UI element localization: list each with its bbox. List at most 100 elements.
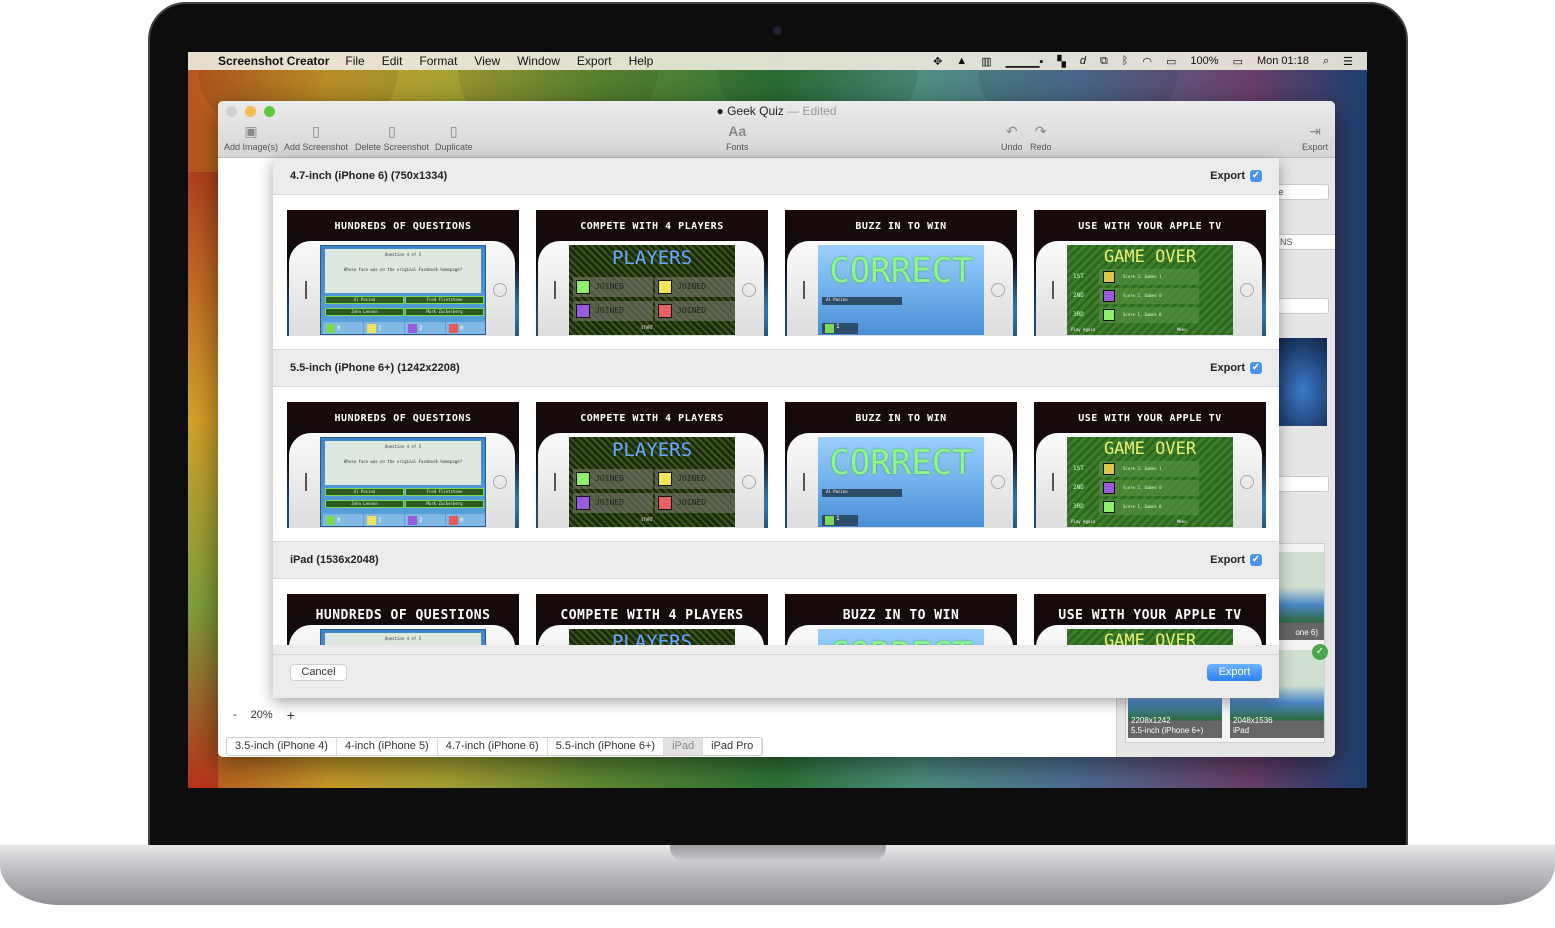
text: 0 bbox=[337, 517, 341, 524]
delete-screenshot-button[interactable]: ▯ Delete Screenshot bbox=[355, 123, 429, 152]
duplicate-button[interactable]: ▯ Duplicate bbox=[435, 123, 473, 152]
text: Score 1, Games 0 bbox=[1123, 312, 1162, 317]
screenshot-card[interactable]: BUZZ IN TO WINCORRECTAl Pacino1 bbox=[785, 594, 1017, 645]
airplay-icon[interactable]: ▭ bbox=[1166, 55, 1176, 68]
search-icon[interactable]: ⌕ bbox=[1323, 55, 1329, 68]
export-checkbox[interactable]: ✓ bbox=[1250, 362, 1262, 374]
screenshot-card[interactable]: COMPETE WITH 4 PLAYERSPLAYERSJOINEDJOINE… bbox=[536, 210, 768, 336]
list-icon[interactable]: ☰ bbox=[1343, 55, 1353, 68]
screenshot-card[interactable]: BUZZ IN TO WINCORRECTAl Pacino1 bbox=[785, 210, 1017, 336]
cancel-button[interactable]: Cancel bbox=[290, 664, 347, 681]
screenshot-card[interactable]: USE WITH YOUR APPLE TVGAME OVER1STScore … bbox=[1034, 594, 1266, 645]
thumbnail-label: 2208x1242 5.5-inch (iPhone 6+) bbox=[1131, 716, 1204, 735]
screenshot-card[interactable]: USE WITH YOUR APPLE TVGAME OVER1STScore … bbox=[1034, 210, 1266, 336]
menu-window[interactable]: Window bbox=[517, 54, 560, 68]
menu-help[interactable]: Help bbox=[629, 54, 654, 68]
zoom-out-button[interactable]: - bbox=[233, 709, 237, 721]
fonts-button[interactable]: Aa Fonts bbox=[726, 123, 749, 152]
screenshot-row: HUNDREDS OF QUESTIONS Question 4 of 5Whos… bbox=[273, 579, 1279, 645]
copy-icon[interactable]: ⧉ bbox=[1100, 55, 1108, 68]
edited-status[interactable]: — Edited bbox=[787, 104, 836, 118]
sidebar-icon[interactable]: ▥ bbox=[981, 55, 991, 68]
game-screen: CORRECTAl Pacino1 bbox=[818, 629, 984, 645]
result-row: 2ND Score 2, Games 0 bbox=[1073, 480, 1199, 496]
dropbox-icon[interactable]: ✥ bbox=[933, 55, 942, 68]
drive-icon[interactable]: ▲ bbox=[956, 55, 967, 67]
grid-icon[interactable]: ▚ bbox=[1057, 55, 1065, 68]
text: JOINED bbox=[595, 282, 624, 291]
text: CORRECT bbox=[829, 635, 972, 645]
label: Undo bbox=[1001, 142, 1023, 152]
menu-format[interactable]: Format bbox=[419, 54, 457, 68]
screenshot-card[interactable]: BUZZ IN TO WINCORRECTAl Pacino1 bbox=[785, 402, 1017, 528]
screenshot-card[interactable]: HUNDREDS OF QUESTIONS Question 4 of 5 Whos… bbox=[287, 210, 519, 336]
export-toggle[interactable]: Export ✓ bbox=[1210, 554, 1262, 566]
export-button[interactable]: Export bbox=[1207, 664, 1262, 681]
card-caption: HUNDREDS OF QUESTIONS bbox=[334, 413, 472, 424]
text-field[interactable]: NS bbox=[1275, 234, 1335, 250]
redo-icon: ↷ bbox=[1034, 123, 1047, 139]
export-toolbar-button[interactable]: ⇥ Export bbox=[1302, 123, 1328, 152]
redo-button[interactable]: ↷ Redo bbox=[1030, 123, 1052, 152]
card-caption: USE WITH YOUR APPLE TV bbox=[1078, 221, 1222, 232]
section-title: 4.7-inch (iPhone 6) (750x1334) bbox=[290, 170, 448, 182]
meter-icon[interactable]: ▁▁▁▁▪ bbox=[1006, 55, 1044, 68]
section-header: 5.5-inch (iPhone 6+) (1242x2208) Export ✓ bbox=[273, 350, 1279, 387]
undo-button[interactable]: ↶ Undo bbox=[1001, 123, 1023, 152]
document-name[interactable]: Geek Quiz bbox=[727, 104, 784, 118]
wifi-icon[interactable]: ◠ bbox=[1142, 55, 1152, 68]
battery-icon[interactable]: ▭ bbox=[1233, 55, 1243, 68]
text: Question 4 of 5 bbox=[384, 252, 422, 257]
menu-view[interactable]: View bbox=[474, 54, 500, 68]
text: Fred Flintstone bbox=[426, 297, 463, 302]
text: Play Again bbox=[1071, 519, 1096, 524]
bluetooth-icon[interactable]: ᛒ bbox=[1122, 55, 1129, 67]
card-caption: USE WITH YOUR APPLE TV bbox=[1058, 608, 1242, 623]
phone-delete-icon: ▯ bbox=[388, 123, 396, 139]
clock[interactable]: Mon 01:18 bbox=[1257, 55, 1309, 67]
menu-edit[interactable]: Edit bbox=[382, 54, 403, 68]
score-slot: 0 bbox=[323, 514, 363, 526]
card-caption: HUNDREDS OF QUESTIONS bbox=[334, 221, 472, 232]
text: 0 bbox=[460, 325, 464, 332]
text: 0 bbox=[460, 517, 464, 524]
menu-app-name[interactable]: Screenshot Creator bbox=[218, 54, 329, 68]
section-title: 5.5-inch (iPhone 6+) (1242x2208) bbox=[290, 362, 460, 374]
export-checkbox[interactable]: ✓ bbox=[1250, 170, 1262, 182]
menu-file[interactable]: File bbox=[345, 54, 364, 68]
text: Score 2, Games 1 bbox=[1123, 466, 1162, 471]
battery-percent: 100% bbox=[1190, 55, 1219, 67]
screenshot-card[interactable]: USE WITH YOUR APPLE TVGAME OVER1STScore … bbox=[1034, 402, 1266, 528]
text: 1 bbox=[836, 515, 840, 522]
answer-option: Fred Flintstone bbox=[405, 296, 484, 304]
dash-icon[interactable]: d bbox=[1080, 55, 1086, 67]
section-header: iPad (1536x2048) Export ✓ bbox=[273, 542, 1279, 579]
screenshot-card[interactable]: COMPETE WITH 4 PLAYERSPLAYERSJOINEDJOINE… bbox=[536, 594, 768, 645]
game-screen: PLAYERS JOINED JOINED JOINED JOINED START bbox=[569, 437, 735, 527]
export-toggle[interactable]: Export ✓ bbox=[1210, 362, 1262, 374]
text: Whose face was on the original Facebook … bbox=[343, 267, 462, 272]
screenshot-card[interactable]: HUNDREDS OF QUESTIONSQuestion 4 of 5Whos… bbox=[287, 594, 519, 645]
card-caption: BUZZ IN TO WIN bbox=[855, 221, 947, 232]
zoom-in-button[interactable]: + bbox=[287, 707, 295, 723]
tab-device[interactable]: 3.5-inch (iPhone 4) bbox=[227, 738, 337, 755]
label: Delete Screenshot bbox=[355, 142, 430, 152]
export-checkbox[interactable]: ✓ bbox=[1250, 554, 1262, 566]
tab-device[interactable]: 5.5-inch (iPhone 6+) bbox=[548, 738, 665, 755]
menu-export[interactable]: Export bbox=[577, 54, 612, 68]
text: 3RD bbox=[1073, 503, 1084, 510]
export-toggle[interactable]: Export ✓ bbox=[1210, 170, 1262, 182]
text: Score 2, Games 1 bbox=[1123, 274, 1162, 279]
tab-device[interactable]: iPad Pro bbox=[703, 738, 763, 755]
add-images-button[interactable]: ▣ Add Image(s) bbox=[224, 123, 278, 152]
text: JOINED bbox=[677, 282, 706, 291]
tab-device[interactable]: iPad bbox=[664, 738, 704, 755]
screenshot-card[interactable]: COMPETE WITH 4 PLAYERSPLAYERSJOINEDJOINE… bbox=[536, 402, 768, 528]
section-title: iPad (1536x2048) bbox=[290, 554, 379, 566]
text: Mark Zuckerberg bbox=[426, 309, 463, 314]
text: JOINED bbox=[677, 306, 706, 315]
tab-device[interactable]: 4-inch (iPhone 5) bbox=[337, 738, 438, 755]
add-screenshot-button[interactable]: ▯ Add Screenshot bbox=[284, 123, 348, 152]
screenshot-card[interactable]: HUNDREDS OF QUESTIONSQuestion 4 of 5Whos… bbox=[287, 402, 519, 528]
tab-device[interactable]: 4.7-inch (iPhone 6) bbox=[438, 738, 548, 755]
